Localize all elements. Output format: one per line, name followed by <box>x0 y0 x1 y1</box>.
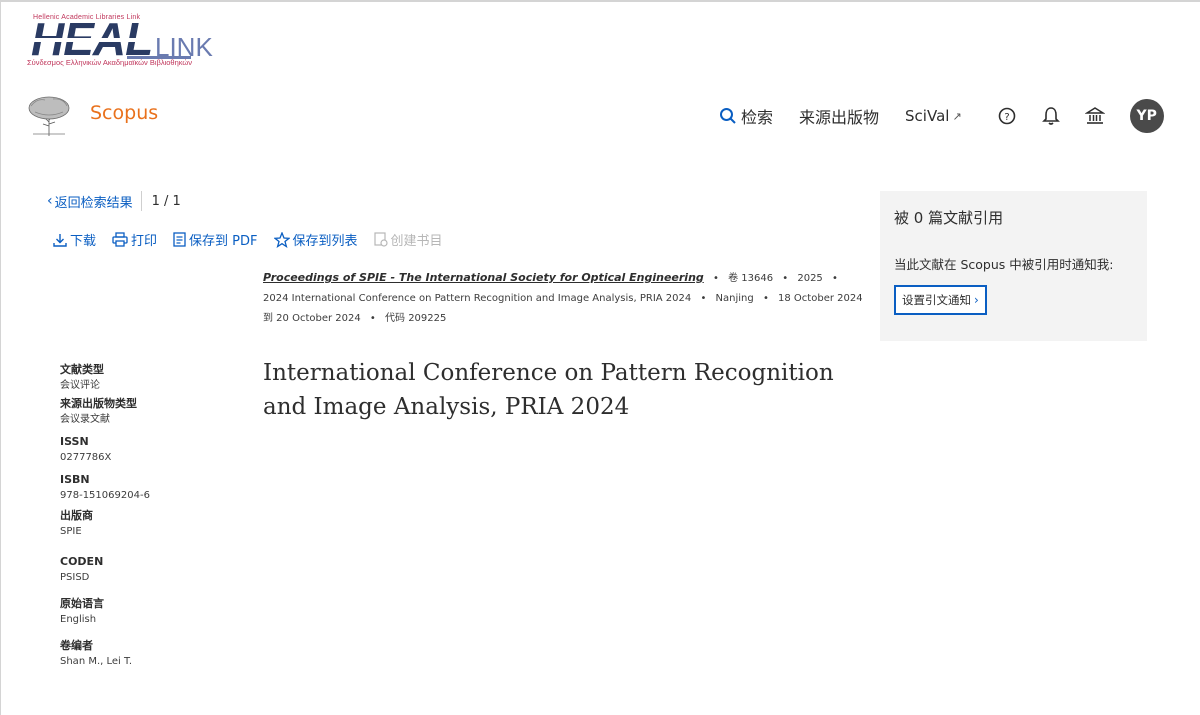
back-row: ‹ 返回检索结果 1 / 1 <box>47 191 181 211</box>
metadata-item: CODEN PSISD <box>60 554 240 586</box>
cited-by-count: 被 0 篇文献引用 <box>894 209 1004 227</box>
help-icon[interactable]: ? <box>996 105 1018 127</box>
source-year: 2025 <box>797 273 823 284</box>
source-volume: 卷 13646 <box>728 273 774 284</box>
external-link-icon: ↗ <box>952 109 962 123</box>
star-icon <box>273 231 290 248</box>
set-citation-alert-label: 设置引文通知 <box>902 293 971 307</box>
document-metadata: 文献类型会议评论来源出版物类型 会议录文献 ISSN 0277786X ISBN 978-… <box>60 362 240 670</box>
metadata-value: 0277786X <box>60 452 112 463</box>
metadata-label: ISBN <box>60 473 90 486</box>
pager: 1 / 1 <box>151 193 181 209</box>
pdf-icon <box>173 232 186 247</box>
metadata-value: Shan M., Lei T. <box>60 656 133 667</box>
metadata-value: SPIE <box>60 526 82 537</box>
nav-scival-label: SciVal <box>905 107 950 125</box>
metadata-label: CODEN <box>60 555 104 568</box>
document-title: International Conference on Pattern Reco… <box>263 360 834 420</box>
metadata-label: 原始语言 <box>60 597 104 610</box>
elsevier-logo[interactable] <box>25 94 73 138</box>
chevron-left-icon: ‹ <box>47 193 53 209</box>
source-title-link[interactable]: Proceedings of SPIE - The International … <box>263 271 704 284</box>
heal-logo-subtitle: Σύνδεσμος Ελληνικών Ακαδημαϊκών Βιβλιοθη… <box>27 58 193 67</box>
download-label: 下载 <box>70 234 97 249</box>
metadata-value: 会议评论 <box>60 380 100 391</box>
bell-icon[interactable] <box>1040 105 1062 127</box>
metadata-value: PSISD <box>60 572 90 583</box>
back-to-results-link[interactable]: ‹ 返回检索结果 <box>47 192 133 211</box>
save-pdf-button[interactable]: 保存到 PDF <box>173 230 258 249</box>
chevron-right-icon: › <box>974 293 979 307</box>
save-to-list-label: 保存到列表 <box>292 234 358 249</box>
top-nav: 检索 来源出版物 SciVal ↗ ? YP <box>719 98 1164 134</box>
metadata-value: 978-151069204-6 <box>60 490 150 501</box>
print-label: 打印 <box>131 234 158 249</box>
download-button[interactable]: 下载 <box>53 230 96 249</box>
source-conference: 2024 International Conference on Pattern… <box>263 293 692 304</box>
citation-alert-text: 当此文献在 Scopus 中被引用时通知我: <box>894 257 1114 272</box>
institution-icon[interactable] <box>1084 105 1106 127</box>
save-to-list-button[interactable]: 保存到列表 <box>273 230 358 249</box>
source-info: Proceedings of SPIE - The International … <box>263 268 869 329</box>
bullet-separator: • <box>712 273 719 284</box>
nav-sources-label: 来源出版物 <box>799 108 880 127</box>
nav-scival[interactable]: SciVal ↗ <box>905 107 962 125</box>
printer-icon <box>112 232 128 247</box>
bullet-separator: • <box>700 293 707 304</box>
bullet-separator: • <box>762 293 769 304</box>
metadata-item: 原始语言 English <box>60 596 240 628</box>
metadata-value: English <box>60 614 97 625</box>
metadata-label: 出版商 <box>60 509 93 522</box>
bullet-separator: • <box>369 313 376 324</box>
bibliography-icon <box>373 232 388 247</box>
avatar[interactable]: YP <box>1129 99 1164 133</box>
metadata-item: 文献类型 会议评论 <box>60 362 240 394</box>
action-bar: 下载 打印 保存到 PDF 保存到列表 创建书目 <box>53 230 459 249</box>
source-code: 代码 209225 <box>385 313 447 324</box>
nav-search[interactable]: 检索 <box>719 104 773 128</box>
heal-link-logo: Hellenic Academic Libraries Link HEAL LI… <box>25 12 215 72</box>
metadata-label: ISSN <box>60 435 89 448</box>
download-icon <box>53 233 67 247</box>
bullet-separator: • <box>831 273 838 284</box>
divider <box>140 191 142 211</box>
nav-search-label: 检索 <box>741 108 774 127</box>
metadata-item: 来源出版物类型 会议录文献 <box>60 396 240 428</box>
create-bibliography-button[interactable]: 创建书目 <box>373 230 443 249</box>
metadata-item: 卷编者 Shan M., Lei T. <box>60 638 240 670</box>
search-icon <box>719 107 737 125</box>
metadata-label: 卷编者 <box>60 639 93 652</box>
metadata-value: 会议录文献 <box>60 414 110 425</box>
metadata-item: ISSN 0277786X <box>60 434 240 466</box>
metadata-item: ISBN 978-151069204-6 <box>60 472 240 504</box>
source-location: Nanjing <box>715 293 754 304</box>
save-pdf-label: 保存到 PDF <box>189 234 258 249</box>
bullet-separator: • <box>782 273 789 284</box>
create-bibliography-label: 创建书目 <box>390 234 443 249</box>
svg-text:?: ? <box>1004 112 1009 123</box>
print-button[interactable]: 打印 <box>112 230 157 249</box>
back-to-results-label: 返回检索结果 <box>54 195 133 211</box>
metadata-label: 文献类型 <box>60 363 104 376</box>
metadata-item: 出版商 SPIE <box>60 508 240 540</box>
scopus-brand[interactable]: Scopus <box>90 102 158 124</box>
metadata-label: 来源出版物类型 <box>60 397 137 410</box>
nav-sources[interactable]: 来源出版物 <box>799 104 879 128</box>
set-citation-alert-button[interactable]: 设置引文通知 › <box>894 285 987 315</box>
citation-panel: 被 0 篇文献引用 当此文献在 Scopus 中被引用时通知我: 设置引文通知 … <box>880 191 1147 341</box>
